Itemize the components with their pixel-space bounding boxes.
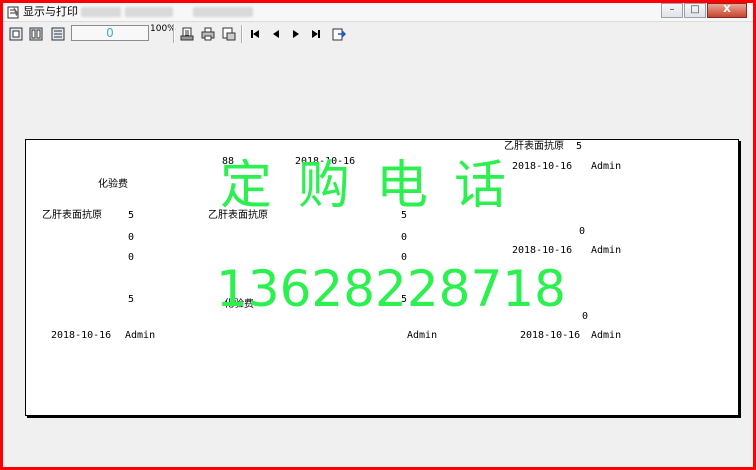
report-text: 5 [128,294,135,305]
maximize-button[interactable]: □ [684,3,706,18]
report-text: Admin [591,245,622,256]
two-page-icon [29,27,43,41]
report-text: 乙肝表面抗原 [42,210,102,221]
report-text: 乙肝表面抗原 [504,141,564,152]
report-text: Admin [407,330,438,341]
title-bar: 显示与打印 – □ X [3,3,753,22]
fit-page-icon [9,27,23,41]
report-text: 5 [128,210,135,221]
report-text: 2018-10-16 [512,245,573,256]
report-text: 5 [576,141,583,152]
report-text: 0 [401,232,408,243]
print-icon [201,27,215,41]
report-text: 0 [582,311,589,322]
multi-page-icon [51,27,65,41]
multi-page-button[interactable] [49,25,67,43]
next-page-icon [293,30,299,38]
toolbar-separator [173,25,175,43]
prev-page-button[interactable] [267,25,285,43]
watermark-phone-number: 13628228718 [216,260,566,318]
report-text: Admin [591,161,622,172]
toolbar: 0 100% [3,22,753,46]
app-icon [7,6,19,19]
last-page-button[interactable] [307,25,325,43]
report-text: 2018-10-16 [520,330,581,341]
minimize-button[interactable]: – [661,3,683,18]
two-page-button[interactable] [27,25,45,43]
app-window: 显示与打印 – □ X 0 100% 乙肝表面抗原 5 88 2018-10-1… [3,3,753,467]
print-button[interactable] [199,25,217,43]
print-preview-button[interactable] [220,25,238,43]
report-text: Admin [125,330,156,341]
report-text: 2018-10-16 [51,330,112,341]
window-controls: – □ X [660,3,747,19]
prev-page-icon [273,30,279,38]
first-page-button[interactable] [246,25,264,43]
first-page-icon [251,30,259,38]
export-button[interactable] [330,25,348,43]
zoom-value: 0 [106,26,114,40]
report-text: 0 [128,232,135,243]
zoom-slider[interactable]: 0 [71,25,149,41]
watermark-order-phone: 定购电话 [220,156,533,216]
blurred-region [81,7,121,17]
close-button[interactable]: X [707,3,747,18]
last-page-icon [312,30,320,38]
toolbar-separator [241,25,243,43]
export-icon [332,28,346,41]
report-text: Admin [591,330,622,341]
page-setup-icon [180,27,194,41]
report-text: 0 [579,226,586,237]
blurred-region [125,7,173,17]
window-title: 显示与打印 [23,5,78,18]
blurred-region [193,7,253,17]
report-text: 0 [128,252,135,263]
print-preview-icon [222,27,236,41]
preview-area[interactable]: 乙肝表面抗原 5 88 2018-10-16 2018-10-16 Admin … [3,47,753,467]
report-text: 化验费 [98,179,128,190]
report-page: 乙肝表面抗原 5 88 2018-10-16 2018-10-16 Admin … [25,139,739,416]
zoom-percent: 100% [150,24,176,34]
fit-page-button[interactable] [7,25,25,43]
next-page-button[interactable] [287,25,305,43]
page-setup-button[interactable] [178,25,196,43]
